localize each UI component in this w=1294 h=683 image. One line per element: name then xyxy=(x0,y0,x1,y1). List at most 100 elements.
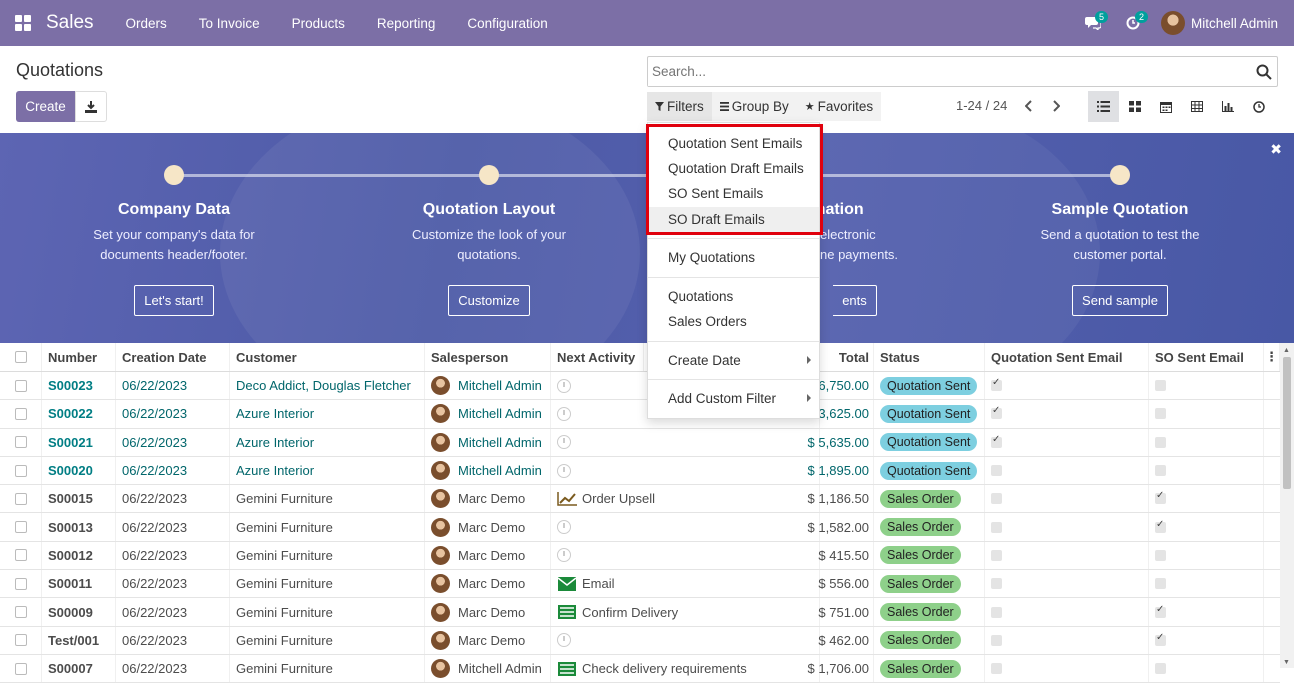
order-number[interactable]: S00023 xyxy=(42,372,116,400)
table-row[interactable]: S00020 06/22/2023 Azure Interior Mitchell A… xyxy=(0,456,1280,486)
filter-sales-orders[interactable]: Sales Orders xyxy=(648,309,819,334)
pivot-view-button[interactable] xyxy=(1181,91,1212,122)
app-brand[interactable]: Sales xyxy=(46,12,94,34)
upsell-chart-icon[interactable] xyxy=(557,491,577,506)
filter-so-sent-emails[interactable]: SO Sent Emails xyxy=(648,181,819,206)
row-checkbox[interactable] xyxy=(14,521,27,534)
activity-clock-icon[interactable] xyxy=(557,520,571,535)
activity-clock-icon[interactable] xyxy=(557,548,571,563)
table-row[interactable]: S00012 06/22/2023 Gemini Furniture Marc Dem… xyxy=(0,541,1280,571)
filter-my-quotations[interactable]: My Quotations xyxy=(648,245,819,270)
groupby-toggle[interactable]: Group By xyxy=(712,92,797,121)
apps-menu-icon[interactable] xyxy=(0,0,46,46)
scroll-thumb[interactable] xyxy=(1283,357,1291,489)
table-row[interactable]: S00011 06/22/2023 Gemini Furniture Marc Dem… xyxy=(0,570,1280,599)
order-number[interactable]: Test/001 xyxy=(42,626,116,654)
lets-start-button[interactable]: Let's start! xyxy=(134,285,214,316)
row-checkbox[interactable] xyxy=(14,407,27,420)
row-checkbox[interactable] xyxy=(14,606,27,619)
task-list-icon[interactable] xyxy=(557,661,577,676)
row-checkbox[interactable] xyxy=(14,634,27,647)
activity-clock-icon[interactable] xyxy=(557,435,571,450)
add-custom-filter[interactable]: Add Custom Filter xyxy=(648,386,819,411)
row-checkbox[interactable] xyxy=(14,464,27,477)
menu-configuration[interactable]: Configuration xyxy=(451,16,563,31)
filter-create-date[interactable]: Create Date xyxy=(648,348,819,373)
filter-quotations[interactable]: Quotations xyxy=(648,284,819,309)
row-checkbox[interactable] xyxy=(14,436,27,449)
order-number[interactable]: S00013 xyxy=(42,513,116,541)
filters-toggle[interactable]: Filters xyxy=(647,92,712,121)
activity-clock-icon[interactable] xyxy=(557,633,571,648)
activities-button[interactable]: 2 xyxy=(1113,0,1153,46)
col-number[interactable]: Number xyxy=(42,343,116,371)
scroll-up-icon[interactable]: ▲ xyxy=(1283,347,1290,354)
order-number[interactable]: S00022 xyxy=(42,400,116,428)
search-input[interactable] xyxy=(648,57,1238,86)
pager-next-button[interactable] xyxy=(1048,96,1064,116)
favorites-toggle[interactable]: ★ Favorites xyxy=(797,92,881,121)
col-customer[interactable]: Customer xyxy=(230,343,425,371)
user-menu[interactable]: Mitchell Admin xyxy=(1153,11,1294,35)
menu-to-invoice[interactable]: To Invoice xyxy=(183,16,276,31)
pager-previous-button[interactable] xyxy=(1021,96,1037,116)
row-checkbox[interactable] xyxy=(14,577,27,590)
filter-so-draft-emails[interactable]: SO Draft Emails xyxy=(648,207,819,232)
search-icon[interactable] xyxy=(1255,63,1273,81)
row-checkbox[interactable] xyxy=(14,379,27,392)
calendar-view-button[interactable] xyxy=(1150,91,1181,122)
row-checkbox[interactable] xyxy=(14,549,27,562)
table-row[interactable]: S00015 06/22/2023 Gemini Furniture Marc Dem… xyxy=(0,485,1280,514)
menu-orders[interactable]: Orders xyxy=(110,16,183,31)
task-list-icon[interactable] xyxy=(557,605,577,620)
activity-clock-icon[interactable] xyxy=(557,406,571,421)
order-number[interactable]: S00020 xyxy=(42,456,116,485)
send-sample-button[interactable]: Send sample xyxy=(1072,285,1168,316)
activity-clock-icon[interactable] xyxy=(557,463,571,478)
close-icon[interactable]: ✖ xyxy=(1270,141,1282,158)
activity-view-button[interactable] xyxy=(1243,91,1274,122)
menu-reporting[interactable]: Reporting xyxy=(361,16,452,31)
optional-columns-icon[interactable]: ⋮ xyxy=(1264,343,1280,371)
col-salesperson[interactable]: Salesperson xyxy=(425,343,551,371)
payments-button[interactable]: ents xyxy=(833,285,877,316)
menu-products[interactable]: Products xyxy=(276,16,361,31)
email-icon[interactable] xyxy=(557,576,577,591)
table-row[interactable]: S00009 06/22/2023 Gemini Furniture Marc Dem… xyxy=(0,598,1280,627)
filter-quotation-draft-emails[interactable]: Quotation Draft Emails xyxy=(648,156,819,181)
col-status[interactable]: Status xyxy=(874,343,985,371)
table-row[interactable]: Test/001 06/22/2023 Gemini Furniture Marc D… xyxy=(0,626,1280,655)
col-next-activity[interactable]: Next Activity xyxy=(551,343,644,371)
pager-value[interactable]: 1-24 / 24 xyxy=(956,98,1007,113)
list-scrollbar[interactable]: ▲ ▼ xyxy=(1280,343,1294,668)
col-total[interactable]: Total xyxy=(820,343,874,371)
create-button[interactable]: Create xyxy=(16,91,75,122)
list-view-button[interactable] xyxy=(1088,91,1119,122)
order-number[interactable]: S00011 xyxy=(42,570,116,598)
export-button[interactable] xyxy=(75,91,107,122)
row-checkbox[interactable] xyxy=(14,492,27,505)
quotation-sent-email-cell xyxy=(985,626,1149,654)
row-checkbox[interactable] xyxy=(14,662,27,675)
order-number[interactable]: S00015 xyxy=(42,485,116,513)
order-number[interactable]: S00007 xyxy=(42,654,116,683)
scroll-down-icon[interactable]: ▼ xyxy=(1283,659,1290,666)
table-row[interactable]: S00007 06/22/2023 Gemini Furniture Mitchell… xyxy=(0,654,1280,683)
col-so-sent-email[interactable]: SO Sent Email xyxy=(1149,343,1264,371)
messages-button[interactable]: 5 xyxy=(1073,0,1113,46)
select-all-checkbox[interactable] xyxy=(14,351,27,363)
table-row[interactable]: S00021 06/22/2023 Azure Interior Mitchell A… xyxy=(0,428,1280,457)
graph-view-button[interactable] xyxy=(1212,91,1243,122)
table-row[interactable]: S00013 06/22/2023 Gemini Furniture Marc Dem… xyxy=(0,513,1280,542)
filter-quotation-sent-emails[interactable]: Quotation Sent Emails xyxy=(648,131,819,156)
col-quotation-sent-email[interactable]: Quotation Sent Email xyxy=(985,343,1149,371)
kanban-view-button[interactable] xyxy=(1119,91,1150,122)
table-row[interactable]: S00022 06/22/2023 Azure Interior Mitchell A… xyxy=(0,400,1280,429)
customize-button[interactable]: Customize xyxy=(448,285,530,316)
col-creation-date[interactable]: Creation Date xyxy=(116,343,230,371)
order-number[interactable]: S00021 xyxy=(42,428,116,456)
table-row[interactable]: S00023 06/22/2023 Deco Addict, Douglas Fle… xyxy=(0,372,1280,401)
order-number[interactable]: S00012 xyxy=(42,541,116,570)
activity-clock-icon[interactable] xyxy=(557,378,571,393)
order-number[interactable]: S00009 xyxy=(42,598,116,626)
